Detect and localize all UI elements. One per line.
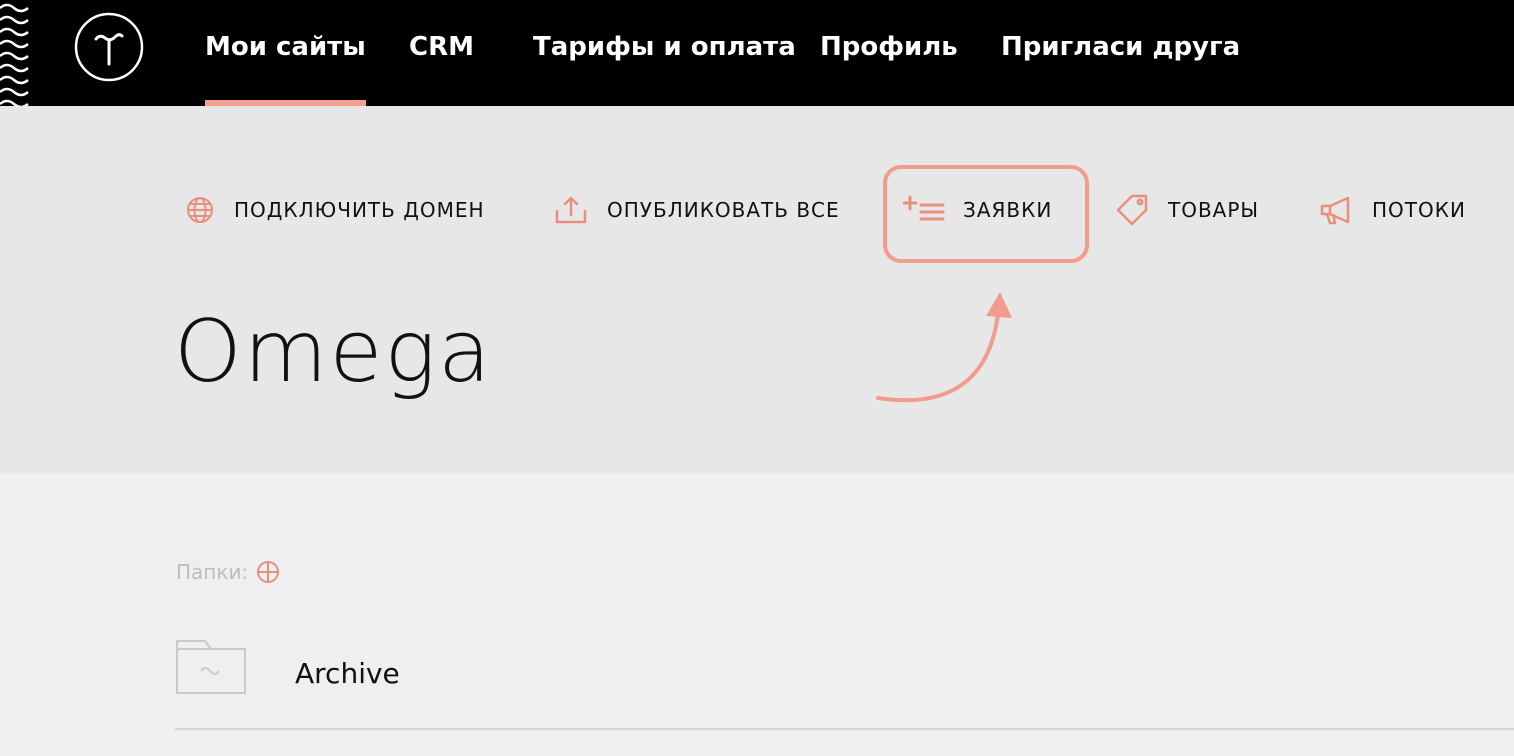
publish-all-label: ОПУБЛИКОВАТЬ ВСЕ xyxy=(607,198,840,222)
nav-item-profile[interactable]: Профиль xyxy=(820,0,958,106)
site-title: Omega xyxy=(174,302,493,402)
publish-all-button[interactable]: ОПУБЛИКОВАТЬ ВСЕ xyxy=(555,195,840,225)
folder-name[interactable]: Archive xyxy=(295,657,400,690)
site-header: ПОДКЛЮЧИТЬ ДОМЕН ОПУБЛИКОВАТЬ ВСЕ ЗАЯВКИ xyxy=(0,106,1514,473)
nav-item-crm[interactable]: CRM xyxy=(409,0,474,106)
megaphone-icon xyxy=(1320,196,1350,225)
leads-label: ЗАЯВКИ xyxy=(963,198,1053,222)
folder-icon xyxy=(176,640,246,694)
connect-domain-button[interactable]: ПОДКЛЮЧИТЬ ДОМЕН xyxy=(186,195,485,225)
nav-item-my-sites[interactable]: Мои сайты xyxy=(205,0,366,106)
top-navigation-bar: Мои сайты CRM Тарифы и оплата Профиль Пр… xyxy=(0,0,1514,106)
upload-icon xyxy=(555,196,587,224)
pointer-arrow-icon xyxy=(876,292,1012,403)
connect-domain-label: ПОДКЛЮЧИТЬ ДОМЕН xyxy=(234,198,485,222)
tag-icon xyxy=(1116,194,1148,226)
nav-item-tariffs[interactable]: Тарифы и оплата xyxy=(533,0,796,106)
add-list-icon xyxy=(903,195,945,221)
products-label: ТОВАРЫ xyxy=(1168,198,1260,222)
tilda-logo-icon[interactable] xyxy=(74,12,144,82)
streams-label: ПОТОКИ xyxy=(1372,198,1466,222)
streams-button[interactable]: ПОТОКИ xyxy=(1320,195,1466,225)
wave-pattern-icon xyxy=(0,3,29,106)
folders-label-text: Папки: xyxy=(176,560,249,584)
nav-item-invite-friend[interactable]: Пригласи друга xyxy=(1001,0,1240,106)
folders-section-label: Папки: xyxy=(176,560,280,584)
add-folder-icon[interactable] xyxy=(256,560,280,584)
leads-button[interactable]: ЗАЯВКИ xyxy=(903,195,1052,225)
globe-icon xyxy=(187,197,213,223)
folder-row-archive[interactable]: Archive xyxy=(175,635,1514,730)
products-button[interactable]: ТОВАРЫ xyxy=(1116,194,1260,226)
